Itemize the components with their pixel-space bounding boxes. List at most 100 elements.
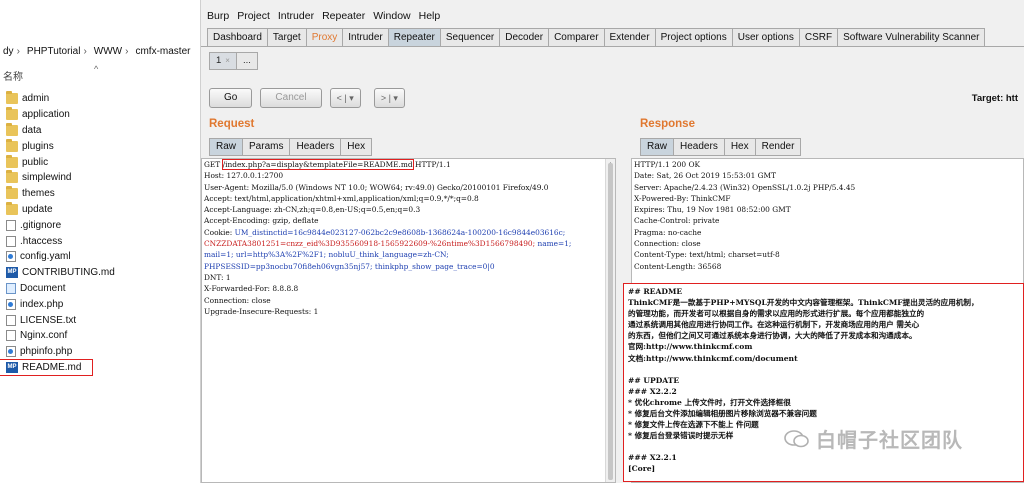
header-line: Accept-Language: zh-CN,zh;q=0.8,en-US;q=… [204,205,421,215]
tab-comparer[interactable]: Comparer [548,28,605,47]
readme-line: ## UPDATE [628,375,680,385]
request-scrollbar[interactable]: ▲ [605,159,615,482]
request-editor[interactable]: GET /index.php?a=display&templateFile=RE… [201,158,616,483]
menu-help[interactable]: Help [413,7,443,25]
folder-icon [6,91,18,105]
header-line: Upgrade-Insecure-Requests: 1 [204,306,319,316]
repeater-toolbar: Go Cancel < | ▾ > | ▾ [209,88,415,108]
burp-suite-window: Burp Project Intruder Repeater Window Help Da… [201,0,1024,483]
readme-line: ## README [628,287,683,296]
request-tab-hex[interactable]: Hex [340,138,373,156]
name-column-header[interactable]: 名称 ^ [0,64,200,84]
cookie-label: Cookie: [204,227,233,237]
response-tab-headers[interactable]: Headers [673,138,725,156]
chevron-right-icon: › [16,46,20,57]
repeater-tab-new[interactable]: ... [235,52,258,70]
readme-line: ### X2.2.1 [628,453,677,463]
cancel-button[interactable]: Cancel [260,88,322,108]
scrollbar-thumb[interactable] [608,163,613,480]
back-button[interactable]: < | ▾ [329,88,361,108]
tab-user-options[interactable]: User options [731,28,800,47]
file-item[interactable]: plugins [0,138,200,154]
file-item[interactable]: MP README.md [0,358,93,377]
chevron-down-icon: ▾ [393,93,398,103]
breadcrumb-item[interactable]: PHPTutorial [24,42,81,62]
menu-burp[interactable]: Burp [201,7,231,25]
tab-repeater[interactable]: Repeater [387,28,441,47]
menu-window[interactable]: Window [367,7,412,25]
folder-icon [6,138,18,152]
cookie-line: Cookie: UM_distinctid=16c9844e023127-062… [202,227,615,238]
readme-line: ThinkCMF是一款基于PHP+MYSQL开发的中文内容管理框架。ThinkC… [628,298,979,308]
readme-line: 的管理功能，而开发者可以根据自身的需求以应用的形式进行扩展。每个应用都能独立的 [628,309,925,319]
file-item[interactable]: phpinfo.php [0,344,200,360]
response-tab-raw[interactable]: Raw [640,138,675,156]
repeater-tab-1[interactable]: 1 × [209,52,237,70]
forward-button[interactable]: > | ▾ [373,88,405,108]
go-button[interactable]: Go [209,88,253,108]
response-tab-render[interactable]: Render [754,138,802,156]
tab-proxy[interactable]: Proxy [305,28,344,47]
menu-repeater[interactable]: Repeater [316,7,367,25]
readme-line: 文档:http://www.thinkcmf.com/document [628,353,798,363]
menu-intruder[interactable]: Intruder [272,7,316,25]
response-line: Pragma: no-cache [634,227,702,237]
file-name: Document [20,282,66,294]
chevron-left-icon: < [336,93,342,103]
request-tab-headers[interactable]: Headers [289,138,342,156]
tab-decoder[interactable]: Decoder [499,28,550,47]
file-icon [6,330,16,342]
file-item[interactable]: .htaccess [0,233,200,249]
cookie-line: CNZZDATA3801251=cnzz_eid%3D935560918-156… [202,238,615,249]
tab-csrf[interactable]: CSRF [798,28,839,47]
target-label[interactable]: Target: htt [972,93,1018,104]
file-item[interactable]: public [0,154,200,170]
breadcrumb-item[interactable]: WWW [91,42,122,62]
header-line: Accept-Encoding: gzip, deflate [204,216,319,226]
tab-project-options[interactable]: Project options [654,28,733,47]
tab-software-vulnerability-scanner[interactable]: Software Vulnerability Scanner [837,28,986,47]
watermark-text: 白帽子社区团队 [816,428,963,452]
request-protocol: HTTP/1.1 [415,160,451,169]
file-item[interactable]: LICENSE.txt [0,312,200,328]
file-item[interactable]: application [0,107,200,123]
file-item[interactable]: admin [0,91,200,107]
file-item[interactable]: Document [0,281,200,297]
file-icon [6,346,16,358]
cookie-value: PHPSESSID=pp3nocbu70fi8eh06vgn35nj57; [204,261,373,271]
file-item[interactable]: Nginx.conf [0,328,200,344]
file-name: .gitignore [20,219,62,231]
breadcrumb-item[interactable]: dy [0,42,14,62]
file-item[interactable]: .gitignore [0,217,200,233]
readme-line: 官网:http://www.thinkcmf.com [628,342,753,352]
breadcrumb-item[interactable]: cmfx-master [132,42,190,62]
file-item[interactable]: data [0,122,200,139]
close-icon[interactable]: × [225,56,230,65]
menu-project[interactable]: Project [231,7,272,25]
folder-icon [6,122,18,136]
tab-dashboard[interactable]: Dashboard [207,28,268,47]
request-tab-params[interactable]: Params [242,138,291,156]
file-name: update [22,203,53,215]
readme-line: 的东西，但他们之间又可通过系统本身进行协调，大大的降低了开发成本和沟通成本。 [628,331,917,341]
tab-target[interactable]: Target [266,28,307,47]
response-tab-hex[interactable]: Hex [723,138,756,156]
response-title: Response [640,118,695,130]
tab-intruder[interactable]: Intruder [342,28,389,47]
request-tab-raw[interactable]: Raw [209,138,244,156]
file-name: .htaccess [20,235,63,247]
shortcut-icon [6,282,16,294]
file-item[interactable]: index.php [0,296,200,312]
file-item[interactable]: config.yaml [0,249,200,265]
file-explorer-panel: dy › PHPTutorial › WWW › cmfx-master 名称 ^ admi… [0,0,201,483]
file-icon [6,251,16,263]
file-item[interactable]: MP CONTRIBUTING.md [0,265,200,281]
file-name: README.md [22,361,82,373]
tab-sequencer[interactable]: Sequencer [439,28,501,47]
request-line: GET /index.php?a=display&templateFile=RE… [202,159,615,170]
tab-extender[interactable]: Extender [603,28,656,47]
file-item[interactable]: simplewind [0,170,200,186]
file-item[interactable]: update [0,201,200,218]
file-item[interactable]: themes [0,186,200,202]
response-line: Content-Type: text/html; charset=utf-8 [634,250,780,260]
